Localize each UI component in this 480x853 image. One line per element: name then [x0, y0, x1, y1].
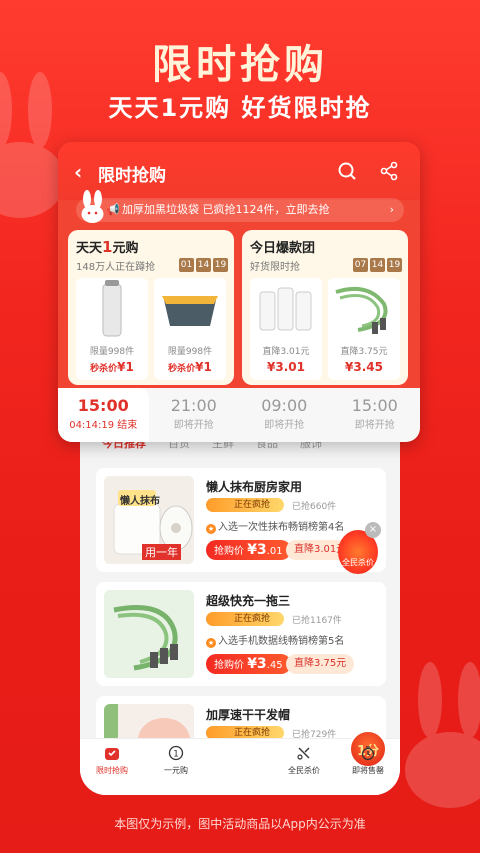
sold-count: 已抢660件	[292, 502, 337, 512]
close-icon[interactable]: ×	[365, 522, 381, 538]
hero-title: 限时抢购	[152, 42, 328, 88]
item-title: 懒人抹布厨房家用	[206, 480, 303, 494]
price-text: ¥3.45	[345, 360, 383, 374]
nav-flash-sale[interactable]: 限时抢购	[80, 739, 144, 795]
tab-time-slot[interactable]: 09:00 即将开抢	[239, 388, 330, 442]
product-image	[335, 287, 388, 334]
product-image	[259, 287, 312, 331]
deal-product[interactable]: 直降3.01元 ¥3.01	[250, 278, 322, 380]
buy-button[interactable]: 抢购价 ¥3.45	[206, 654, 291, 674]
bargain-icon	[272, 745, 336, 763]
time-slot-tabs: 15:00 04:14:19 结束 21:00 即将开抢 09:00 即将开抢 15:…	[58, 388, 420, 442]
star-icon: ★	[206, 638, 216, 648]
price-text: 秒杀价¥1	[168, 360, 212, 374]
footer-disclaimer: 本图仅为示例，图中活动商品以App内公示为准	[114, 817, 366, 831]
bunny-decoration-icon	[405, 662, 480, 808]
page-title: 限时抢购	[98, 166, 166, 186]
product-image	[102, 280, 122, 337]
rank-text: ★ 入选手机数据线畅销榜第5名	[206, 636, 345, 648]
tab-time-slot[interactable]: 15:00 即将开抢	[330, 388, 421, 442]
flash-sale-icon	[80, 745, 144, 763]
limit-text: 限量998件	[89, 347, 135, 357]
deal-title: 天天1元购	[76, 238, 139, 256]
promo-banner[interactable]: 📢 加厚加黑垃圾袋 已疯抢1124件，立即去抢 ›	[76, 198, 404, 222]
deal-product[interactable]: 限量998件 秒杀价¥1	[76, 278, 148, 380]
nav-bargain[interactable]: 全民杀价	[272, 739, 336, 795]
status-badge: 正在疯抢	[206, 498, 284, 512]
product-image: 懒人抹布 用一年	[104, 476, 194, 564]
deal-title: 今日爆款团	[250, 241, 316, 256]
countdown-timer: 07 14 19	[353, 258, 402, 272]
share-icon[interactable]	[379, 161, 399, 181]
chevron-right-icon: ›	[389, 203, 394, 216]
deal-subtitle: 148万人正在蹲抢	[76, 262, 156, 273]
buy-button[interactable]: 抢购价 ¥3.01	[206, 540, 291, 560]
timer-icon	[336, 745, 400, 763]
item-title: 加厚速干干发帽	[206, 708, 291, 722]
product-image	[104, 590, 194, 678]
status-badge: 正在疯抢	[206, 612, 284, 626]
item-title: 超级快充一拖三	[206, 594, 291, 608]
product-image-caption: 用一年	[142, 544, 181, 560]
nav-selling-out[interactable]: 即将售罄	[336, 739, 400, 795]
hero-subtitle: 天天1元购 好货限时抢	[108, 94, 372, 122]
deal-hot-group[interactable]: 今日爆款团 好货限时抢 07 14 19 直降3.01元 ¥3.01 直降3.75元…	[242, 230, 408, 385]
search-icon[interactable]	[337, 161, 357, 181]
rank-text: ★ 入选一次性抹布畅销榜第4名	[206, 522, 345, 534]
product-image-label: 懒人抹布	[120, 496, 160, 507]
deal-subtitle: 好货限时抢	[250, 262, 300, 273]
limit-text: 直降3.75元	[340, 347, 388, 357]
nav-one-yuan[interactable]: 1 一元购	[144, 739, 208, 795]
countdown-timer: 01 14 19	[179, 258, 228, 272]
tab-time-slot[interactable]: 21:00 即将开抢	[149, 388, 240, 442]
nav-center[interactable]: 1分	[208, 729, 388, 795]
deal-product[interactable]: 限量998件 秒杀价¥1	[154, 278, 226, 380]
discount-tag: 直降3.75元	[286, 654, 355, 674]
bottom-nav: 限时抢购 1 一元购 1分 全民杀价 即将售罄	[80, 729, 400, 795]
product-image	[162, 296, 218, 326]
chevron-left-icon[interactable]: ‹	[74, 160, 82, 184]
sold-count: 已抢1167件	[292, 616, 342, 626]
price-text: 秒杀价¥1	[90, 360, 134, 374]
price-text: ¥3.01	[267, 360, 305, 374]
list-item[interactable]: 超级快充一拖三 正在疯抢 已抢1167件 ★ 入选手机数据线畅销榜第5名 抢购价 …	[96, 582, 386, 686]
one-yuan-icon: 1	[144, 745, 208, 763]
deal-product[interactable]: 直降3.75元 ¥3.45	[328, 278, 400, 380]
star-icon: ★	[206, 524, 216, 534]
limit-text: 限量998件	[167, 347, 213, 357]
limit-text: 直降3.01元	[262, 347, 310, 357]
flash-sale-card: ‹ 限时抢购 📢 加厚加黑垃圾袋 已疯抢1124件，立即去抢 › 天天1元购 1…	[58, 142, 420, 442]
tab-time-slot[interactable]: 15:00 04:14:19 结束	[58, 388, 149, 442]
svg-text:1: 1	[173, 750, 179, 760]
phone-screen: 今日推荐 百货 生鲜 食品 服饰 懒人抹布 用一年 懒人抹布厨房家用 正在疯抢 …	[80, 400, 400, 795]
rabbit-mascot-icon	[81, 190, 104, 223]
deal-one-yuan[interactable]: 天天1元购 148万人正在蹲抢 01 14 19 限量998件 秒杀价¥1 限量99…	[68, 230, 234, 385]
